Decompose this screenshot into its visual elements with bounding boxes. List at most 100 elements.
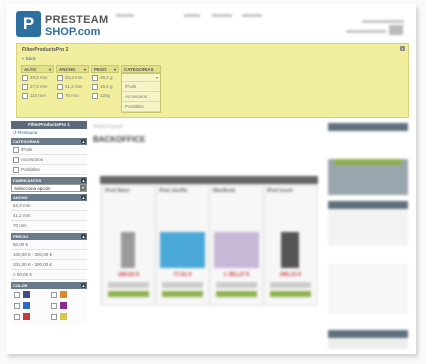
color-swatch[interactable] <box>23 313 30 320</box>
add-to-cart-button[interactable] <box>162 291 203 297</box>
cart-icon[interactable] <box>389 25 403 35</box>
section-header-precio[interactable]: PRECIO ▴ <box>11 233 87 240</box>
filter-header-categorias[interactable]: CATEGORIAS <box>121 65 161 73</box>
product-image[interactable] <box>160 232 205 268</box>
section-header-fabricantes[interactable]: FABRICANTES ▴ <box>11 177 87 184</box>
checkbox[interactable] <box>13 166 19 173</box>
collapse-icon[interactable]: ▴ <box>81 195 86 200</box>
close-icon[interactable]: x <box>400 46 405 51</box>
filter-option[interactable]: 52,3 mm <box>11 201 87 211</box>
product-name[interactable]: iPod touch <box>265 186 316 196</box>
product-card[interactable]: iPod shuffle 77,51 € <box>157 186 208 304</box>
add-to-cart-button[interactable] <box>270 291 311 297</box>
collapse-icon[interactable]: ▴ <box>81 139 86 144</box>
filter-header-ancho[interactable]: ANCHO ▾ <box>56 65 89 73</box>
add-to-cart-button[interactable] <box>216 291 257 297</box>
checkbox[interactable] <box>57 92 63 99</box>
header-account-blurred[interactable] <box>346 30 386 33</box>
filter-option[interactable]: 41,2 mm <box>56 82 89 91</box>
checkout-button[interactable] <box>334 159 402 165</box>
collapse-icon[interactable]: ▴ <box>81 283 86 288</box>
category-description <box>93 153 323 158</box>
color-swatch[interactable] <box>60 302 67 309</box>
product-image[interactable] <box>281 232 299 268</box>
header-link-blurred[interactable] <box>116 14 134 17</box>
header-link-blurred[interactable] <box>242 14 262 17</box>
checkbox[interactable] <box>13 156 19 163</box>
checkbox[interactable] <box>51 314 57 320</box>
product-name[interactable]: iPod shuffle <box>157 186 208 196</box>
view-button[interactable] <box>270 282 311 288</box>
product-name[interactable]: MacBook <box>211 186 262 196</box>
back-link[interactable]: « Back <box>22 56 36 61</box>
color-swatch[interactable] <box>23 302 30 309</box>
checkbox[interactable] <box>51 303 57 309</box>
filter-option[interactable]: Portátiles <box>11 165 87 175</box>
category-option[interactable]: Accesorios <box>122 92 160 102</box>
filter-header-peso[interactable]: PESO ▾ <box>91 65 119 73</box>
filter-option[interactable]: 50,00 € <box>11 240 87 250</box>
filter-header-alto[interactable]: ALTO ▾ <box>21 65 54 73</box>
filter-option[interactable]: 49,6 mm <box>21 73 54 82</box>
shop-logo[interactable]: P PRESTEAM SHOP.com <box>16 11 108 41</box>
header-link-blurred[interactable] <box>212 14 232 17</box>
add-to-cart-button[interactable] <box>108 291 149 297</box>
checkbox[interactable] <box>22 92 28 99</box>
filter-option[interactable]: 70 mm <box>56 91 89 100</box>
checkbox[interactable] <box>92 83 98 90</box>
manufacturer-select[interactable]: Selecciona opción ▾ <box>11 184 87 192</box>
checkbox[interactable] <box>92 92 98 99</box>
checkbox[interactable] <box>92 74 98 81</box>
collapse-icon[interactable]: ▴ <box>81 234 86 239</box>
color-swatch[interactable] <box>23 291 30 298</box>
page-title: BACKOFFICE <box>93 135 146 144</box>
category-option[interactable]: iPods <box>122 82 160 92</box>
color-swatch[interactable] <box>60 313 67 320</box>
view-button[interactable] <box>108 282 149 288</box>
chevron-down-icon: ▾ <box>80 185 86 191</box>
filter-option[interactable]: 33,3 mm <box>56 73 89 82</box>
category-option[interactable]: Portátiles <box>122 102 160 112</box>
filter-option[interactable]: 120g <box>91 91 119 100</box>
checkbox[interactable] <box>14 292 20 298</box>
filter-option[interactable]: 70 mm <box>11 221 87 231</box>
section-header-ancho[interactable]: ANCHO ▴ <box>11 194 87 201</box>
filter-option[interactable]: 15,5 g <box>91 82 119 91</box>
checkbox[interactable] <box>13 146 19 153</box>
filter-option[interactable]: Accesorios <box>11 155 87 165</box>
view-button[interactable] <box>162 282 203 288</box>
checkbox[interactable] <box>51 292 57 298</box>
checkbox[interactable] <box>57 83 63 90</box>
reset-link[interactable]: ↺ Restaurar <box>11 129 87 136</box>
view-button[interactable] <box>216 282 257 288</box>
filter-option[interactable]: > 90,00 € <box>11 270 87 280</box>
product-card[interactable]: MacBook 1 381,27 € <box>211 186 262 304</box>
filter-option[interactable]: 201,00 € - 300,00 € <box>11 260 87 270</box>
block-tabs[interactable] <box>328 339 408 349</box>
product-card[interactable]: iPod Nano 180,53 € <box>103 186 154 304</box>
checkbox[interactable] <box>22 74 28 81</box>
header-link-blurred[interactable] <box>184 14 200 17</box>
checkbox[interactable] <box>14 303 20 309</box>
product-image[interactable] <box>121 232 135 268</box>
breadcrumb[interactable]: PRESTASHOP <box>93 124 323 129</box>
product-card[interactable]: iPod touch 285,13 € <box>265 186 316 304</box>
collapse-icon[interactable]: ▴ <box>81 178 86 183</box>
filter-option[interactable]: 49,2 g <box>91 73 119 82</box>
categories-select[interactable]: ▾ <box>122 74 160 82</box>
section-header-color[interactable]: COLOR ▴ <box>11 282 87 289</box>
section-header-categorias[interactable]: CATEGORIAS ▴ <box>11 138 87 145</box>
checkbox[interactable] <box>14 314 20 320</box>
filter-option[interactable]: 100,00 € - 300,00 € <box>11 250 87 260</box>
checkbox[interactable] <box>57 74 63 81</box>
product-name[interactable]: iPod Nano <box>103 186 154 196</box>
filter-option[interactable]: 27,3 mm <box>21 82 54 91</box>
filter-option[interactable]: iPods <box>11 145 87 155</box>
filter-option[interactable]: 41,2 mm <box>11 211 87 221</box>
checkbox[interactable] <box>22 83 28 90</box>
product-image[interactable] <box>214 232 259 268</box>
color-swatch[interactable] <box>60 291 67 298</box>
header-welcome-blurred <box>362 20 404 23</box>
filter-option[interactable]: 110 mm <box>21 91 54 100</box>
product-grid-header <box>100 176 318 184</box>
